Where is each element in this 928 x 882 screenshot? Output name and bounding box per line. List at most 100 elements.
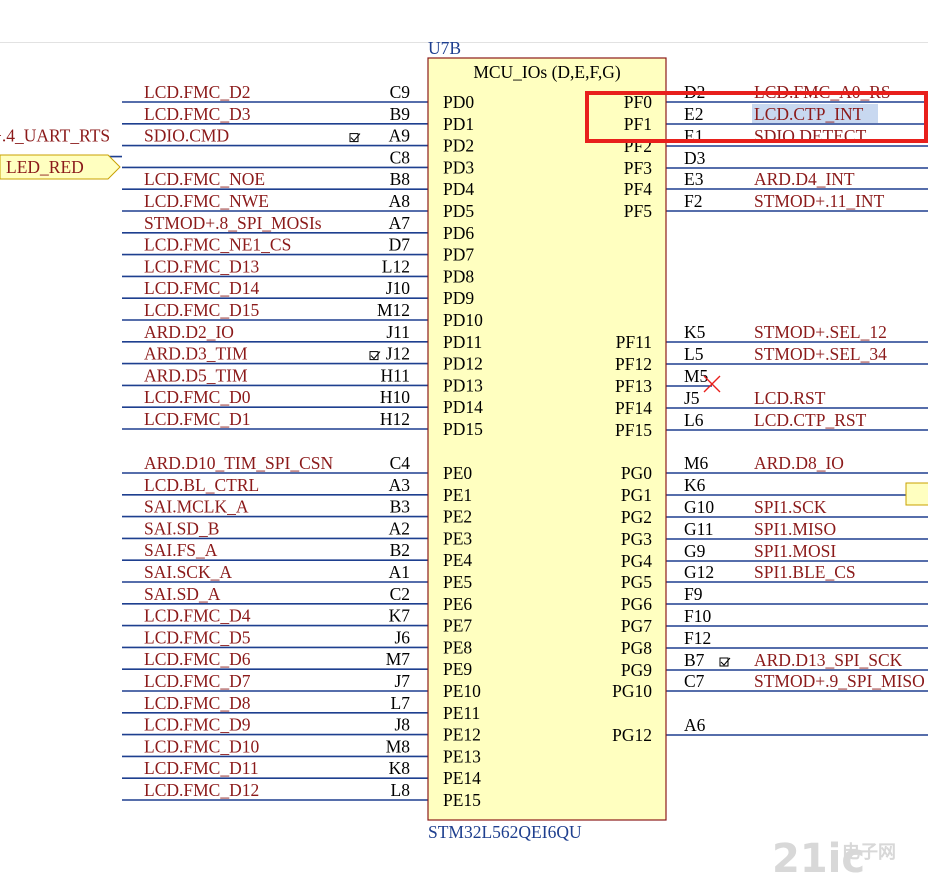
pin-name: PF12	[615, 354, 652, 374]
net-label: LCD.FMC_D6	[144, 649, 251, 669]
pin-name: PD5	[443, 201, 474, 221]
pin-name: PD6	[443, 223, 474, 243]
net-label: LCD.FMC_D1	[144, 409, 250, 429]
pin-number: J6	[394, 627, 410, 647]
net-label: ARD.D5_TIM	[144, 365, 248, 385]
pin-number: A3	[389, 475, 411, 495]
pin-name: PE14	[443, 768, 481, 788]
pin-number: A6	[684, 715, 706, 735]
pin-number: B9	[390, 104, 411, 124]
watermark: 21ic 电子网	[772, 836, 896, 882]
pin-name: PF3	[624, 158, 652, 178]
pin-name: PG0	[621, 463, 652, 483]
pin-name: PF4	[624, 179, 652, 199]
net-label: LCD.FMC_NOE	[144, 169, 265, 189]
pin-number: H10	[380, 387, 410, 407]
pin-name: PD10	[443, 310, 483, 330]
pin-number: F12	[684, 628, 711, 648]
pin-number: J8	[394, 715, 410, 735]
pin-name: PG10	[612, 681, 652, 701]
net-label: SAI.MCLK_A	[144, 497, 249, 517]
schematic-canvas[interactable]: U7B MCU_IOs (D,E,F,G) STM32L562QEI6QU LC…	[0, 0, 928, 882]
pin-name: PD15	[443, 419, 483, 439]
pin-name: PG5	[621, 572, 652, 592]
pin-number: B8	[390, 169, 411, 189]
net-label: LCD.CTP_INT	[754, 104, 864, 124]
svg-text:电子网: 电子网	[842, 841, 896, 863]
pin-name: PE10	[443, 681, 481, 701]
net-label: SPI1.MOSI	[754, 541, 836, 561]
pin-number: J10	[386, 278, 411, 298]
pin-name: PE3	[443, 528, 472, 548]
net-label: LCD.FMC_D12	[144, 780, 259, 800]
net-label: LCD.FMC_D14	[144, 278, 259, 298]
net-label: LCD.RST	[754, 388, 826, 408]
pin-name: PD4	[443, 179, 474, 199]
pin-number: C9	[390, 82, 411, 102]
pin-name: PG7	[621, 616, 652, 636]
pin-name: PF13	[615, 376, 652, 396]
net-label: STMOD+.SEL_12	[754, 322, 887, 342]
pin-name: PE2	[443, 507, 472, 527]
pin-name: PF15	[615, 420, 652, 440]
pin-number: A9	[389, 126, 411, 146]
pin-number: L5	[684, 344, 704, 364]
pin-name: PD11	[443, 332, 482, 352]
net-label: LCD.FMC_D4	[144, 606, 251, 626]
net-label: ARD.D3_TIM	[144, 344, 248, 364]
net-label: LCD.FMC_D7	[144, 671, 251, 691]
pin-number: F10	[684, 606, 711, 626]
net-label: LCD.FMC_D9	[144, 715, 251, 735]
pin-number: M6	[684, 453, 709, 473]
net-label: LCD.FMC_D11	[144, 758, 259, 778]
pin-name: PF5	[624, 201, 652, 221]
net-label: LCD.FMC_D5	[144, 627, 251, 647]
net-label: SDIO.CMD	[144, 126, 229, 146]
pin-number: M8	[386, 736, 411, 756]
pin-number: E3	[684, 169, 704, 189]
pin-number: G11	[684, 519, 714, 539]
pin-number: E2	[684, 104, 703, 124]
net-label: STMOD+.11_INT	[754, 191, 885, 211]
pin-number: G10	[684, 497, 714, 517]
net-label: LCD.FMC_D13	[144, 256, 259, 276]
net-label: LCD.FMC_NE1_CS	[144, 235, 291, 255]
check-mark	[720, 657, 731, 666]
net-label: ARD.D13_SPI_SCK	[754, 650, 903, 670]
pin-name: PD12	[443, 354, 483, 374]
net-label: ARD.D10_TIM_SPI_CSN	[144, 453, 333, 473]
pin-number: C7	[684, 671, 705, 691]
pin-name: PD0	[443, 92, 474, 112]
pin-name: PD7	[443, 245, 474, 265]
net-label: ARD.D8_IO	[754, 453, 844, 473]
pin-name: PG6	[621, 594, 652, 614]
pin-name: PG12	[612, 725, 652, 745]
pin-number: J12	[386, 344, 410, 364]
pin-number: L8	[391, 780, 411, 800]
pin-name: PE11	[443, 703, 480, 723]
pin-name: PD3	[443, 157, 474, 177]
pin-number: D7	[389, 235, 411, 255]
right-port-stub[interactable]	[905, 482, 928, 506]
pin-name: PG8	[621, 638, 652, 658]
led-port-group[interactable]: LED_RED	[0, 154, 121, 180]
left-pin-group: LCD.FMC_D2 C9 PD0 LCD.FMC_D3 B9 PD1 SDIO.CMD A9…	[0, 82, 483, 810]
part-number: STM32L562QEI6QU	[428, 822, 582, 842]
net-label: STMOD+.SEL_34	[754, 344, 887, 364]
net-label: SPI1.SCK	[754, 497, 827, 517]
pin-name: PE7	[443, 616, 472, 636]
pin-name: PF1	[624, 114, 652, 134]
pin-number: L7	[391, 693, 411, 713]
pin-name: PE0	[443, 463, 472, 483]
pin-number: J11	[386, 322, 410, 342]
net-label: LCD.FMC_D8	[144, 693, 251, 713]
pin-number: H11	[381, 365, 411, 385]
pin-name: PG9	[621, 660, 652, 680]
pin-number: G12	[684, 562, 714, 582]
pin-number: F9	[684, 584, 703, 604]
pin-name: PF11	[616, 332, 652, 352]
pin-number: K8	[389, 758, 411, 778]
pin-name: PG2	[621, 507, 652, 527]
pin-number: A8	[389, 191, 411, 211]
pin-number: B2	[390, 540, 410, 560]
